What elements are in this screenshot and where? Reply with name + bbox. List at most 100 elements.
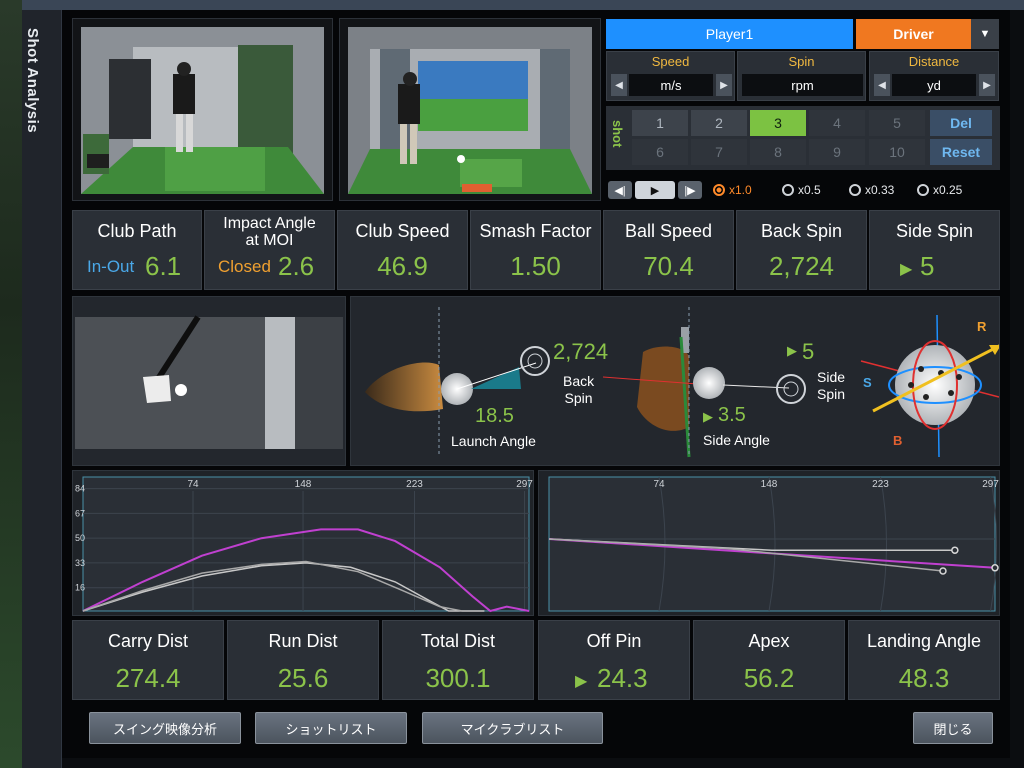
side-trajectory-panel: 74 148 223 297 84 67 50 33 16: [72, 470, 534, 616]
my-club-list-button[interactable]: マイクラブリスト: [422, 712, 603, 744]
impact-back-spin-label: Back Spin: [563, 373, 595, 406]
x-tick-label: 148: [761, 479, 778, 490]
off-pin-value: 24.3: [597, 663, 648, 693]
club-select[interactable]: Driver: [856, 19, 971, 49]
impact-angle-stat: Impact Angle at MOI Closed 2.6: [204, 210, 335, 290]
spin-unit-value[interactable]: rpm: [742, 74, 863, 96]
apex-stat: Apex 56.2: [693, 620, 845, 700]
club-path-label: Club Path: [97, 221, 177, 241]
club-dropdown-icon[interactable]: ▼: [971, 19, 999, 49]
back-spin-stat: Back Spin 2,724: [736, 210, 867, 290]
side-angle-arrow-icon: ▶: [703, 409, 713, 424]
speed-x05-radio[interactable]: x0.5: [782, 181, 821, 199]
shot-4[interactable]: 4: [809, 110, 865, 136]
club-path-value: 6.1: [145, 251, 182, 281]
total-dist-value: 300.1: [425, 663, 491, 693]
run-dist-label: Run Dist: [268, 631, 338, 651]
speed-next-icon[interactable]: ▶: [716, 74, 732, 96]
launch-angle-label: Launch Angle: [451, 433, 536, 449]
delete-shot-button[interactable]: Del: [930, 110, 992, 136]
impact-angle-label: Impact Angle at MOI: [223, 215, 316, 249]
shot-list-button[interactable]: ショットリスト: [255, 712, 407, 744]
speed-prev-icon[interactable]: ◀: [611, 74, 627, 96]
impact-angle-value: 2.6: [278, 251, 315, 281]
background-top-bar: [22, 0, 1024, 10]
apex-value: 56.2: [743, 663, 795, 693]
run-dist-value: 25.6: [277, 663, 329, 693]
swing-video-analysis-button[interactable]: スイング映像分析: [89, 712, 241, 744]
distance-unit-label: Distance: [908, 54, 960, 69]
carry-dist-value: 274.4: [115, 663, 181, 693]
spin-unit-label: Spin: [788, 54, 815, 69]
landing-point: [939, 567, 947, 575]
shot-5[interactable]: 5: [869, 110, 925, 136]
total-dist-label: Total Dist: [420, 631, 496, 651]
window-title: Shot Analysis: [24, 28, 41, 134]
shot-1[interactable]: 1: [632, 110, 688, 136]
carry-dist-stat: Carry Dist 274.4: [72, 620, 224, 700]
shot-8[interactable]: 8: [750, 139, 806, 165]
total-dist-stat: Total Dist 300.1: [382, 620, 534, 700]
spin-axis-ball-icon: [895, 345, 975, 425]
side-angle-value: 3.5: [718, 404, 746, 426]
club-speed-stat: Club Speed 46.9: [337, 210, 468, 290]
y-tick-label: 50: [75, 533, 85, 543]
distance-prev-icon[interactable]: ◀: [874, 74, 890, 96]
side-spin-label: Side Spin: [895, 221, 974, 241]
shot-3[interactable]: 3: [750, 110, 806, 136]
axis-label-r: R: [977, 319, 987, 334]
side-spin-right-icon: ▶: [900, 261, 913, 278]
shot-6[interactable]: 6: [632, 139, 688, 165]
shot-7[interactable]: 7: [691, 139, 747, 165]
top-trajectory-panel: 74 148 223 297: [538, 470, 1000, 616]
speed-unit-value[interactable]: m/s: [629, 74, 713, 96]
impact-angle-direction: Closed: [218, 257, 271, 276]
y-tick-label: 16: [75, 583, 85, 593]
smash-factor-stat: Smash Factor 1.50: [470, 210, 601, 290]
speed-x025-radio[interactable]: x0.25: [917, 181, 962, 199]
shot-9[interactable]: 9: [809, 139, 865, 165]
step-back-icon[interactable]: ◀|: [608, 181, 632, 199]
play-icon[interactable]: ▶: [635, 181, 675, 199]
smash-factor-value: 1.50: [510, 251, 561, 281]
sidebar: Shot Analysis: [22, 10, 62, 768]
speed-x033-radio[interactable]: x0.33: [849, 181, 894, 199]
side-angle-label: Side Angle: [703, 432, 770, 448]
player-button[interactable]: Player1: [606, 19, 853, 49]
side-camera-image: [340, 19, 600, 200]
side-camera-video[interactable]: [339, 18, 601, 201]
reset-button[interactable]: Reset: [930, 139, 992, 165]
landing-angle-label: Landing Angle: [866, 631, 982, 651]
smash-factor-label: Smash Factor: [479, 221, 592, 241]
distance-unit-value[interactable]: yd: [892, 74, 976, 96]
distance-next-icon[interactable]: ▶: [979, 74, 995, 96]
y-tick-label: 84: [75, 484, 85, 494]
close-button[interactable]: 閉じる: [913, 712, 993, 744]
impact-diagram-panel: 2,724 Back Spin 18.5 Launch Angle ▶ 5 Si…: [350, 296, 1002, 466]
y-tick-label: 33: [75, 558, 85, 568]
shot-2[interactable]: 2: [691, 110, 747, 136]
side-spin-stat: Side Spin ▶ 5: [869, 210, 1000, 290]
x-tick-label: 74: [653, 479, 665, 490]
side-spin-arrow-icon: ▶: [787, 343, 797, 358]
impact-camera-image: [73, 297, 345, 465]
shot-10[interactable]: 10: [869, 139, 925, 165]
speed-x1-radio[interactable]: x1.0: [713, 181, 752, 199]
launch-angle-value: 18.5: [475, 405, 514, 427]
off-pin-label: Off Pin: [586, 631, 642, 651]
off-pin-right-icon: ▶: [575, 673, 588, 690]
back-spin-value: 2,724: [768, 251, 835, 281]
plot-area: [82, 476, 530, 612]
run-dist-stat: Run Dist 25.6: [227, 620, 379, 700]
landing-point: [951, 546, 959, 554]
ball-speed-stat: Ball Speed 70.4: [603, 210, 734, 290]
axis-label-s: S: [863, 375, 872, 390]
landing-angle-stat: Landing Angle 48.3: [848, 620, 1000, 700]
shot-selector: shot 1 2 3 4 5 Del 6 7 8 9 10 Reset: [606, 106, 1000, 170]
x-tick-label: 297: [982, 479, 999, 490]
front-camera-video[interactable]: [72, 18, 333, 201]
step-forward-icon[interactable]: |▶: [678, 181, 702, 199]
background-strip: [0, 0, 22, 768]
distance-unit-box: Distance ◀ yd ▶: [869, 51, 999, 101]
landing-point: [991, 564, 999, 572]
